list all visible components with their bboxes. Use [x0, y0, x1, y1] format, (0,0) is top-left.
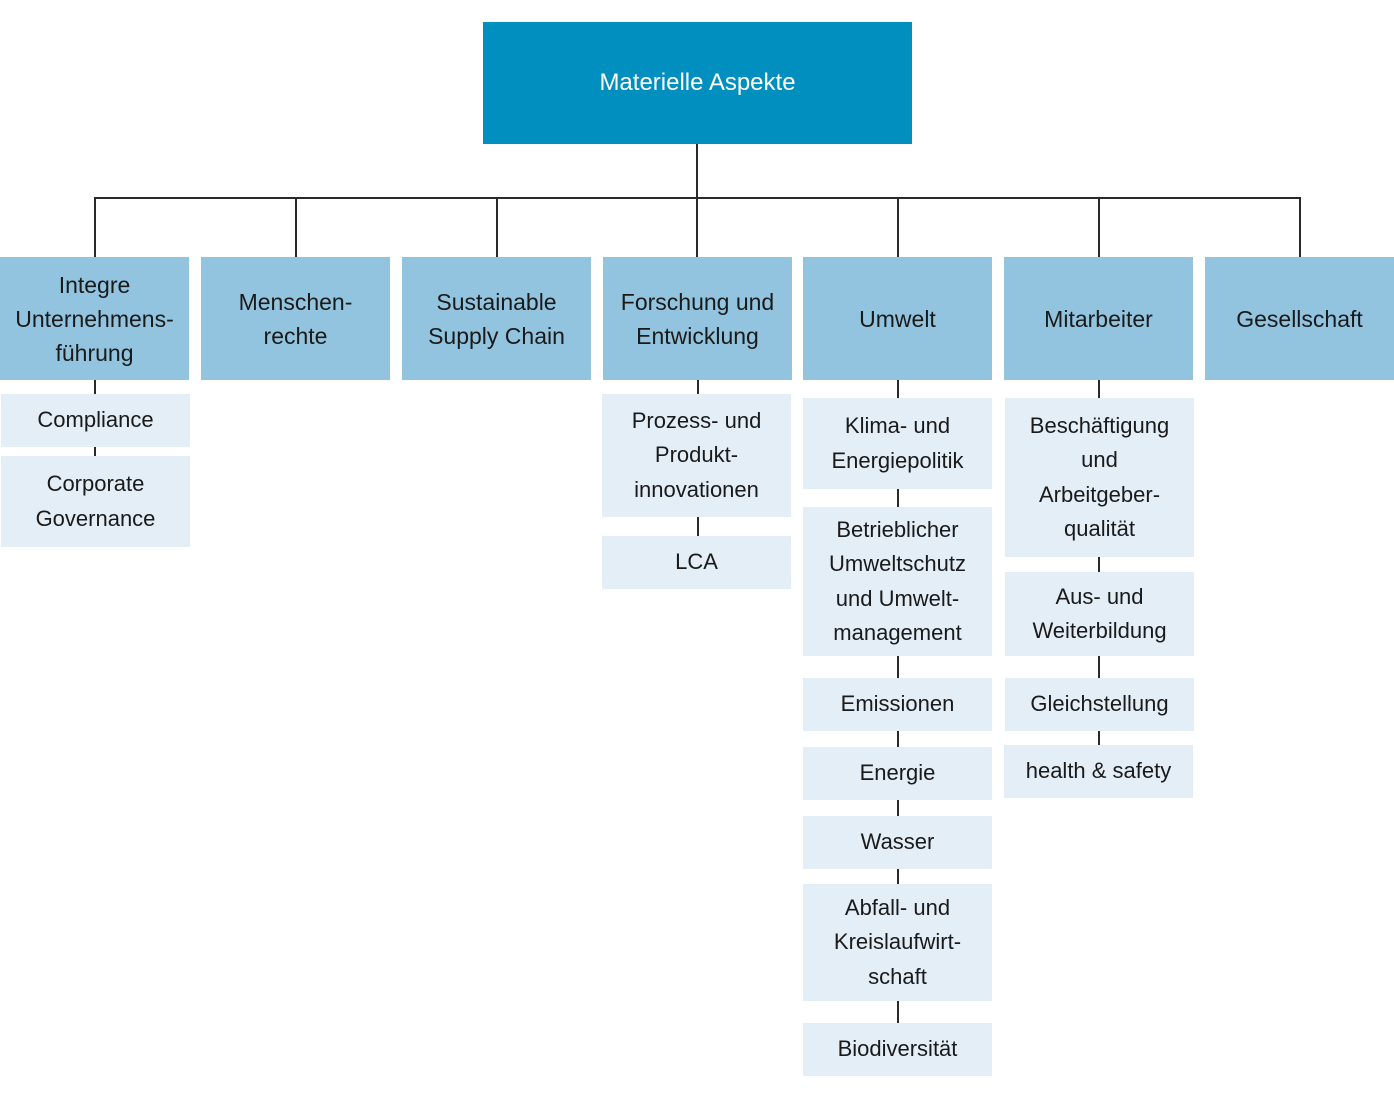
subitem-abfall-und-kreislaufwirtschaft: Abfall- und Kreislaufwirt- schaft — [803, 884, 992, 1001]
subitem-connector — [697, 380, 699, 394]
subitem-label: Klima- und Energiepolitik — [831, 413, 964, 473]
subitem-connector — [1098, 557, 1100, 572]
subitem-connector — [94, 447, 96, 456]
subitem-connector — [94, 380, 96, 394]
category-sustainable-supply-chain: Sustainable Supply Chain — [402, 257, 591, 380]
subitem-label: Wasser — [860, 829, 935, 855]
category-label: Forschung und Entwicklung — [620, 288, 775, 349]
subitem-connector — [897, 656, 899, 678]
subitem-gleichstellung: Gleichstellung — [1005, 678, 1194, 731]
subitem-label: LCA — [675, 549, 718, 575]
category-integre-unternehmensfuehrung: Integre Unternehmens- führung — [0, 257, 189, 380]
subitem-connector — [1098, 380, 1100, 398]
subitem-label: health & safety — [1025, 758, 1172, 784]
category-mitarbeiter: Mitarbeiter — [1004, 257, 1193, 380]
subitem-betrieblicher-umweltschutz: Betrieblicher Umweltschutz und Umwelt- m… — [803, 507, 992, 656]
category-menschenrechte: Menschen- rechte — [201, 257, 390, 380]
subitem-label: Abfall- und Kreislaufwirt- schaft — [833, 894, 962, 989]
category-gesellschaft: Gesellschaft — [1205, 257, 1394, 380]
root-node: Materielle Aspekte — [483, 22, 912, 144]
subitem-connector — [897, 800, 899, 816]
category-umwelt: Umwelt — [803, 257, 992, 380]
category-connector — [496, 197, 498, 257]
subitem-aus-und-weiterbildung: Aus- und Weiterbildung — [1005, 572, 1194, 656]
category-connector — [94, 197, 96, 257]
category-label: Sustainable Supply Chain — [428, 288, 565, 349]
subitem-connector — [897, 380, 899, 398]
category-connector — [897, 197, 899, 257]
subitem-label: Biodiversität — [837, 1036, 958, 1062]
subitem-connector — [1098, 731, 1100, 745]
subitem-label: Gleichstellung — [1030, 691, 1169, 717]
subitem-label: Beschäftigung und Arbeitgeber- qualität — [1029, 412, 1170, 542]
subitem-connector — [1098, 656, 1100, 678]
category-label: Menschen- rechte — [238, 288, 353, 349]
subitem-prozess-und-produktinnovationen: Prozess- und Produkt- innovationen — [602, 394, 791, 517]
category-label: Gesellschaft — [1236, 305, 1363, 332]
category-label: Umwelt — [859, 305, 936, 332]
subitem-emissionen: Emissionen — [803, 678, 992, 731]
subitem-label: Energie — [859, 760, 936, 786]
subitem-label: Compliance — [37, 407, 154, 433]
subitem-connector — [897, 869, 899, 884]
subitem-compliance: Compliance — [1, 394, 190, 447]
subitem-label: Aus- und Weiterbildung — [1032, 583, 1167, 644]
subitem-corporate-governance: Corporate Governance — [1, 456, 190, 547]
category-label: Mitarbeiter — [1044, 305, 1153, 332]
subitem-wasser: Wasser — [803, 816, 992, 869]
subitem-energie: Energie — [803, 747, 992, 800]
subitem-label: Corporate Governance — [35, 471, 156, 531]
subitem-connector — [897, 489, 899, 507]
category-connector — [1098, 197, 1100, 257]
category-connector — [295, 197, 297, 257]
category-connector — [1299, 197, 1301, 257]
root-label: Materielle Aspekte — [599, 69, 796, 96]
subitem-connector — [897, 731, 899, 747]
category-connector — [696, 197, 698, 257]
subitem-label: Betrieblicher Umweltschutz und Umwelt- m… — [829, 516, 966, 646]
subitem-label: Prozess- und Produkt- innovationen — [631, 407, 762, 502]
subitem-lca: LCA — [602, 536, 791, 589]
subitem-klima-und-energiepolitik: Klima- und Energiepolitik — [803, 398, 992, 489]
category-forschung-und-entwicklung: Forschung und Entwicklung — [603, 257, 792, 380]
subitem-label: Emissionen — [840, 691, 955, 717]
subitem-connector — [897, 1001, 899, 1023]
subitem-biodiversitaet: Biodiversität — [803, 1023, 992, 1076]
category-label: Integre Unternehmens- führung — [15, 271, 174, 366]
subitem-connector — [697, 517, 699, 536]
subitem-beschaeftigung-und-arbeitgeberqualitaet: Beschäftigung und Arbeitgeber- qualität — [1005, 398, 1194, 557]
root-connector — [696, 144, 698, 198]
subitem-health-and-safety: health & safety — [1004, 745, 1193, 798]
